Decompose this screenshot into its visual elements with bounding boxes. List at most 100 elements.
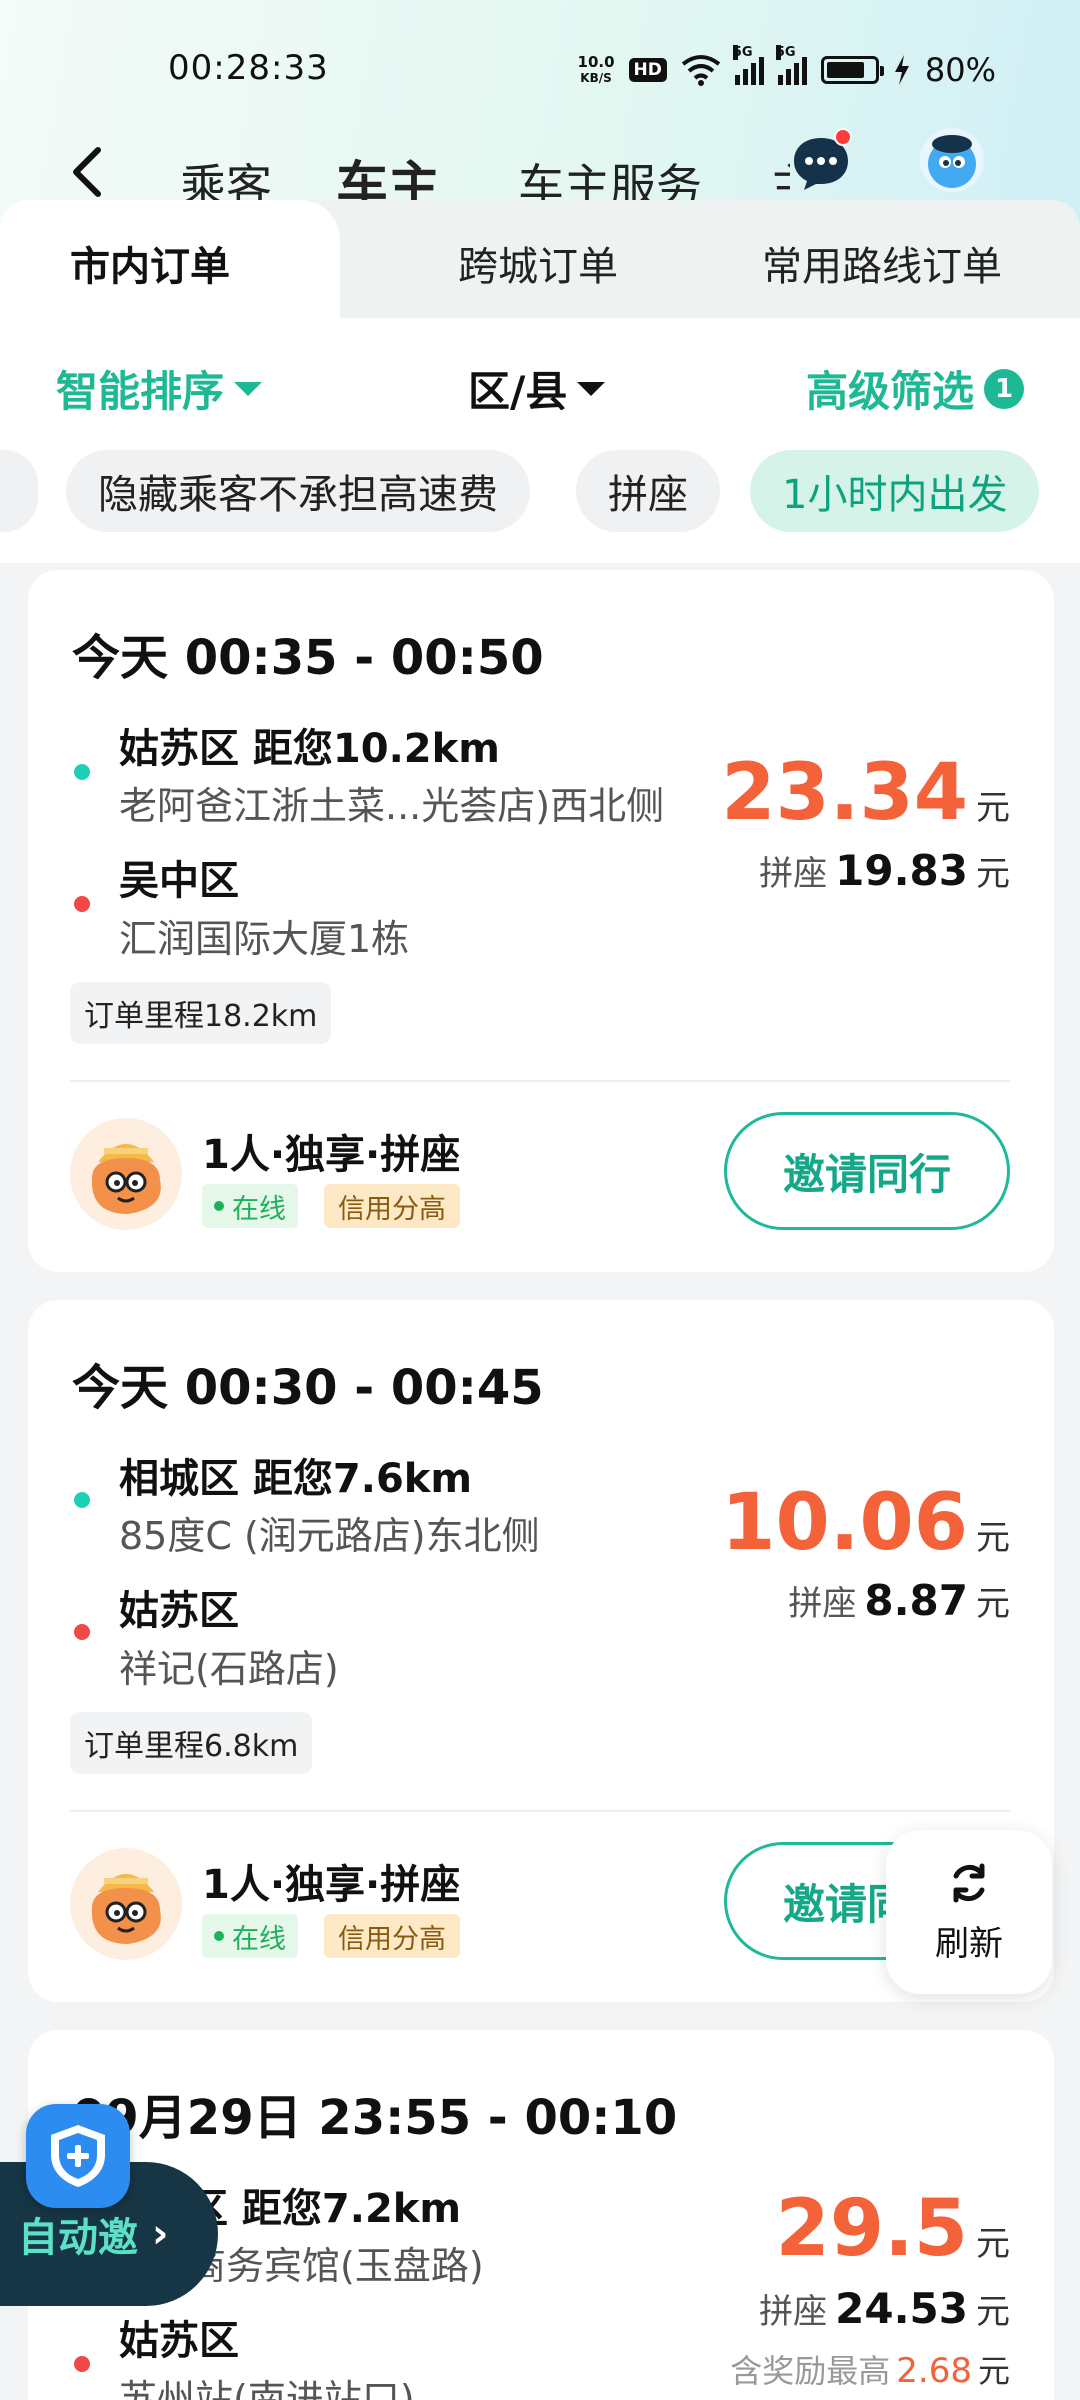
passenger-type: 1人·独享·拼座 — [202, 1862, 461, 1908]
bonus-label: 含奖励最高 — [730, 2352, 891, 2390]
filter-chip-within-1-hour[interactable]: 1小时内出发 — [750, 450, 1040, 532]
start-address: 商务宾馆(玉盘路) — [188, 2244, 484, 2288]
end-address: 苏州站(南进站口) — [119, 2377, 415, 2400]
tab-frequent-route-orders[interactable]: 常用路线订单 — [762, 234, 1002, 292]
end-dot-icon — [74, 1624, 90, 1640]
signal-icon-1: 5G — [732, 45, 764, 85]
price-unit: 元 — [977, 2352, 1010, 2390]
credit-tag: 信用分高 — [324, 1184, 460, 1228]
status-bar: 00:28:33 10.0 KB/S HD 5G 5G 80% — [0, 0, 1080, 140]
order-mileage: 订单里程18.2km — [70, 982, 332, 1044]
price-unit: 元 — [976, 1584, 1010, 1624]
tab-intercity-orders[interactable]: 跨城订单 — [458, 234, 618, 292]
online-dot-icon — [214, 1201, 224, 1211]
start-district: 姑苏区 距您10.2km — [119, 726, 500, 772]
advanced-filter-count-badge: 1 — [984, 368, 1025, 409]
start-district: 相城区 距您7.6km — [119, 1456, 473, 1502]
order-price-value: 23.34 — [721, 748, 968, 838]
carpool-price-value: 8.87 — [864, 1576, 968, 1625]
start-district: 区 距您7.2km — [188, 2186, 462, 2232]
order-mileage: 订单里程6.8km — [70, 1712, 313, 1774]
filter-chip-hidden[interactable] — [0, 450, 38, 532]
carpool-label: 拼座 — [759, 854, 828, 894]
wifi-icon — [681, 55, 721, 86]
order-price: 23.34 元 — [721, 748, 1010, 838]
order-time: 09月29日 23:55 - 00:10 — [72, 2090, 678, 2146]
refresh-icon — [953, 1863, 985, 1902]
status-time: 00:28:33 — [168, 48, 329, 88]
passenger-avatar — [70, 1118, 182, 1230]
notification-dot — [834, 128, 852, 146]
network-speed-value: 10.0 — [577, 53, 615, 71]
end-district: 姑苏区 — [119, 2318, 239, 2364]
hd-icon: HD — [628, 58, 667, 82]
price-unit: 元 — [976, 2292, 1010, 2332]
carpool-price: 拼座 8.87 元 — [788, 1576, 1010, 1625]
end-dot-icon — [74, 896, 90, 912]
passenger-type: 1人·独享·拼座 — [202, 1132, 461, 1178]
sort-caret-icon — [234, 381, 263, 396]
order-price-value: 10.06 — [721, 1478, 968, 1568]
signal-icon-2: 5G — [775, 45, 807, 85]
back-arrow-icon[interactable] — [68, 146, 108, 198]
carpool-price-value: 19.83 — [835, 846, 968, 895]
filter-panel: 智能排序 区/县 高级筛选 1 隐藏乘客不承担高速费 拼座 1小时内出发 — [0, 318, 1080, 563]
carpool-label: 拼座 — [788, 1584, 857, 1624]
chevron-right-icon: › — [152, 2211, 169, 2257]
credit-tag: 信用分高 — [324, 1914, 460, 1958]
district-label: 区/县 — [468, 367, 568, 416]
network-speed: 10.0 KB/S — [578, 54, 615, 86]
refresh-button[interactable]: 刷新 — [886, 1830, 1052, 1994]
price-unit: 元 — [976, 854, 1010, 894]
district-caret-icon — [577, 381, 606, 396]
carpool-price-value: 24.53 — [835, 2284, 968, 2333]
network-speed-unit: KB/S — [580, 71, 612, 85]
order-price: 29.5 元 — [776, 2184, 1010, 2274]
start-address: 老阿爸江浙土菜...光荟店)西北侧 — [119, 784, 665, 828]
order-time: 今天 00:30 - 00:45 — [72, 1360, 544, 1416]
battery-percent: 80% — [924, 51, 996, 89]
shield-plus-icon[interactable] — [26, 2104, 130, 2208]
bonus-value: 2.68 — [896, 2351, 972, 2391]
battery-icon — [820, 56, 884, 84]
price-unit: 元 — [976, 788, 1010, 828]
tab-city-orders[interactable]: 市内订单 — [70, 234, 230, 292]
end-address: 祥记(石路店) — [119, 1647, 339, 1691]
end-dot-icon — [74, 2356, 90, 2372]
passenger-avatar — [70, 1848, 182, 1960]
refresh-label: 刷新 — [935, 1923, 1003, 1964]
end-address: 汇润国际大厦1栋 — [119, 917, 410, 961]
order-time: 今天 00:35 - 00:50 — [72, 630, 544, 686]
filter-chip-hide-toll[interactable]: 隐藏乘客不承担高速费 — [66, 450, 530, 532]
online-tag-label: 在线 — [232, 1923, 286, 1955]
smart-sort-dropdown[interactable]: 智能排序 — [56, 358, 263, 419]
card-divider — [70, 1810, 1010, 1812]
smart-sort-label: 智能排序 — [56, 367, 225, 416]
start-dot-icon — [74, 1492, 90, 1508]
online-tag: 在线 — [202, 1914, 298, 1958]
advanced-filter-button[interactable]: 高级筛选 1 — [806, 358, 1025, 419]
end-district: 姑苏区 — [119, 1588, 239, 1634]
start-dot-icon — [74, 764, 90, 780]
order-price-value: 29.5 — [775, 2184, 968, 2274]
carpool-price: 拼座 24.53 元 — [759, 2284, 1010, 2333]
order-price: 10.06 元 — [721, 1478, 1010, 1568]
carpool-price: 拼座 19.83 元 — [759, 846, 1010, 895]
online-tag-label: 在线 — [232, 1193, 286, 1225]
card-divider — [70, 1080, 1010, 1082]
carpool-label: 拼座 — [759, 2292, 828, 2332]
status-icons: 10.0 KB/S HD 5G 5G 80% — [578, 45, 996, 90]
bonus-price: 含奖励最高 2.68 元 — [730, 2346, 1010, 2392]
district-dropdown[interactable]: 区/县 — [468, 358, 606, 419]
charging-icon — [894, 55, 909, 85]
user-avatar-icon[interactable] — [920, 128, 984, 192]
order-card[interactable]: 今天 00:35 - 00:50 姑苏区 距您10.2km 老阿爸江浙土菜...… — [28, 570, 1054, 1272]
end-district: 吴中区 — [119, 858, 239, 904]
price-unit: 元 — [976, 1518, 1010, 1558]
invite-button[interactable]: 邀请同行 — [724, 1112, 1010, 1230]
start-address: 85度C (润元路店)东北侧 — [119, 1514, 540, 1558]
filter-chip-carpool[interactable]: 拼座 — [576, 450, 720, 532]
signal-5g-label: 5G — [732, 45, 753, 60]
price-unit: 元 — [976, 2224, 1010, 2264]
online-dot-icon — [214, 1931, 224, 1941]
